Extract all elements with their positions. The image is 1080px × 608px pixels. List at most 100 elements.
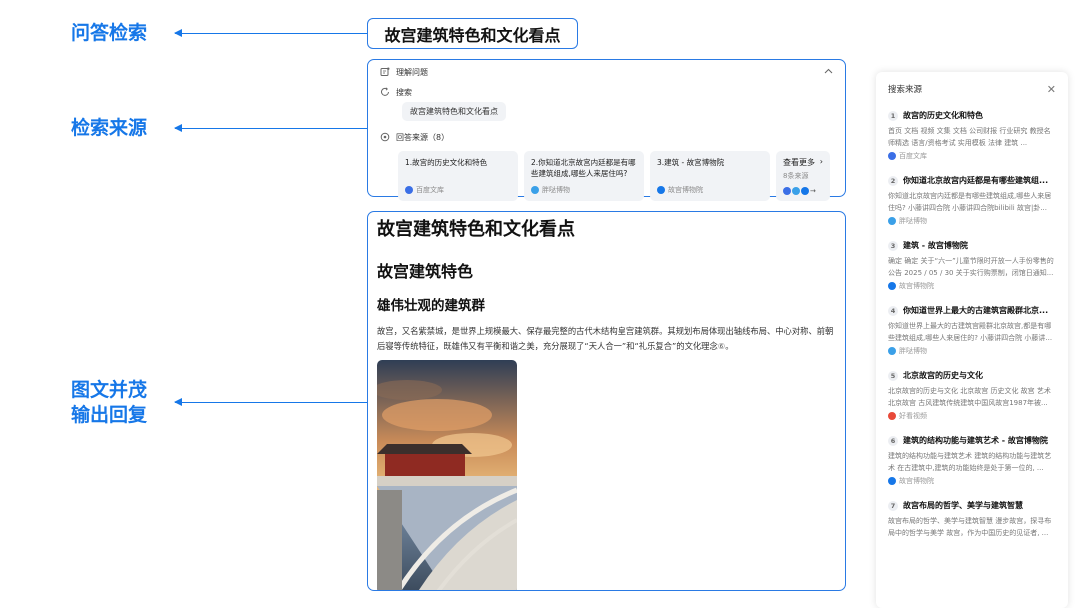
reference-card-2[interactable]: 2.你知道北京故宫内廷都是有哪些建筑组成,哪些人来居住吗? 胖哒博物 xyxy=(524,151,644,201)
chevron-right-icon: › xyxy=(819,157,823,166)
sources-panel: 搜索来源 ✕ 1 故宫的历史文化和特色 首页 文档 视频 文集 文档 公司财报 行… xyxy=(876,72,1068,608)
source-item-site: 好看视频 xyxy=(888,411,1056,421)
haokan-video-icon xyxy=(888,412,896,420)
view-more-card[interactable]: 查看更多 › 8条来源 → xyxy=(776,151,830,201)
annotation-rich-output-1: 图文并茂 xyxy=(71,379,148,401)
query-box: 故宫建筑特色和文化看点 xyxy=(367,18,578,49)
source-item-title: 2 你知道北京故宫内廷都是有哪些建筑组... xyxy=(888,175,1056,187)
arrow-right-icon: → xyxy=(810,187,816,195)
source-item-title: 1 故宫的历史文化和特色 xyxy=(888,110,1056,122)
source-item-3[interactable]: 3 建筑 - 故宫博物院 确定 确定 关于“六一”儿童节限时开放一人手份零售的公告… xyxy=(888,240,1056,291)
palace-museum-icon xyxy=(657,186,665,194)
source-item-4[interactable]: 4 你知道世界上最大的古建筑宫殿群北京... 你知道世界上最大的古建筑宫殿群北京故… xyxy=(888,305,1056,356)
answer-paragraph: 故宫，又名紫禁城，是世界上规模最大、保存最完整的古代木结构皇宫建筑群。其规划布局… xyxy=(377,324,839,354)
reference-card-source: 百度文库 xyxy=(405,185,444,195)
source-icons-stack: → xyxy=(783,187,816,195)
source-item-snippet: 确定 确定 关于“六一”儿童节限时开放一人手份零售的公告 2025 / 05 /… xyxy=(888,257,1054,277)
annotation-qa-search: 问答检索 xyxy=(71,22,148,44)
view-more-count: 8条来源 xyxy=(783,172,809,180)
search-row: 搜索 xyxy=(380,84,833,100)
source-item-number: 5 xyxy=(888,371,898,381)
annotation-arrow-output xyxy=(174,398,367,406)
source-item-site-name: 百度文库 xyxy=(899,152,927,160)
close-icon[interactable]: ✕ xyxy=(1047,83,1056,96)
annotation-arrow-sources xyxy=(174,124,367,132)
source-item-title: 6 建筑的结构功能与建筑艺术 - 故宫博物院 xyxy=(888,435,1056,447)
pangda-icon xyxy=(531,186,539,194)
source-item-number: 1 xyxy=(888,111,898,121)
source-item-1[interactable]: 1 故宫的历史文化和特色 首页 文档 视频 文集 文档 公司财报 行业研究 教授名… xyxy=(888,110,1056,161)
reference-card-title: 2.你知道北京故宫内廷都是有哪些建筑组成,哪些人来居住吗? xyxy=(531,158,636,178)
annotation-search-sources: 检索来源 xyxy=(71,117,148,139)
source-item-title-text: 建筑的结构功能与建筑艺术 - 故宫博物院 xyxy=(903,436,1048,445)
source-item-2[interactable]: 2 你知道北京故宫内廷都是有哪些建筑组... 你知道北京故宫内廷都是有哪些建筑组成… xyxy=(888,175,1056,226)
baidu-wenku-icon xyxy=(405,186,413,194)
answer-paragraph-text: 故宫，又名紫禁城，是世界上规模最大、保存最完整的古代木结构皇宫建筑群。其规划布局… xyxy=(377,326,834,351)
view-more-title: 查看更多 › xyxy=(783,157,823,168)
source-item-site: 百度文库 xyxy=(888,151,1056,161)
reference-card-source: 故宫博物院 xyxy=(657,185,703,195)
reference-card-source-name: 胖哒博物 xyxy=(542,186,570,194)
source-item-number: 4 xyxy=(888,306,898,316)
source-item-snippet: 首页 文档 视频 文集 文档 公司财报 行业研究 教授名师精选 语言/资格考试 … xyxy=(888,127,1051,147)
answer-panel: 故宫建筑特色和文化看点 故宫建筑特色 雄伟壮观的建筑群 故宫，又名紫禁城，是世界… xyxy=(367,211,846,591)
source-item-title: 5 北京故宫的历史与文化 xyxy=(888,370,1056,382)
source-item-site: 胖哒博物 xyxy=(888,346,1056,356)
source-item-7[interactable]: 7 故宫布局的哲学、美学与建筑智慧 故宫布局的哲学、美学与建筑智慧 漫步故宫，探寻… xyxy=(888,500,1056,539)
references-label: 回答来源（8） xyxy=(396,132,450,142)
source-item-title-text: 你知道世界上最大的古建筑宫殿群北京... xyxy=(903,306,1049,315)
source-item-title-text: 北京故宫的历史与文化 xyxy=(903,371,983,380)
reference-card-title: 3.建筑 - 故宫博物院 xyxy=(657,158,725,167)
source-item-snippet: 你知道北京故宫内廷都是有哪些建筑组成,哪些人来居住吗? 小藤讲四合院 小藤讲四合… xyxy=(888,192,1052,212)
understand-label: 理解问题 xyxy=(396,67,428,77)
search-label: 搜索 xyxy=(396,87,412,97)
source-item-6[interactable]: 6 建筑的结构功能与建筑艺术 - 故宫博物院 建筑的结构功能与建筑艺术 建筑的结构… xyxy=(888,435,1056,486)
reference-card-source: 胖哒博物 xyxy=(531,185,570,195)
answer-subsection-title: 雄伟壮观的建筑群 xyxy=(377,298,485,314)
reference-card-title: 1.故宫的历史文化和特色 xyxy=(405,158,488,167)
source-item-title: 7 故宫布局的哲学、美学与建筑智慧 xyxy=(888,500,1056,512)
understand-row[interactable]: 理解问题 xyxy=(380,64,833,80)
source-item-site-name: 胖哒博物 xyxy=(899,217,927,225)
pangda-icon xyxy=(792,187,800,195)
search-process-panel: 理解问题 搜索 故宫建筑特色和文化看点 回答来源（8） 1.故宫的历史文化和特色… xyxy=(367,59,846,201)
palace-museum-icon xyxy=(801,187,809,195)
understand-icon xyxy=(380,67,390,77)
source-item-snippet: 北京故宫的历史与文化 北京故宫 历史文化 故宫 艺术 北京故宫 古风建筑传统建筑… xyxy=(888,387,1051,407)
source-item-title-text: 故宫的历史文化和特色 xyxy=(903,111,983,120)
baidu-wenku-icon xyxy=(888,152,896,160)
source-item-site: 故宫博物院 xyxy=(888,476,1056,486)
search-query-chip: 故宫建筑特色和文化看点 xyxy=(402,102,506,121)
source-item-title-text: 故宫布局的哲学、美学与建筑智慧 xyxy=(903,501,1023,510)
references-icon xyxy=(380,132,390,142)
view-more-label: 查看更多 xyxy=(783,158,815,167)
reference-card-source-name: 故宫博物院 xyxy=(668,186,703,194)
palace-museum-icon xyxy=(888,282,896,290)
chevron-up-icon[interactable] xyxy=(824,67,833,77)
source-item-site-name: 好看视频 xyxy=(899,412,927,420)
reference-card-3[interactable]: 3.建筑 - 故宫博物院 故宫博物院 xyxy=(650,151,770,201)
source-item-5[interactable]: 5 北京故宫的历史与文化 北京故宫的历史与文化 北京故宫 历史文化 故宫 艺术 北… xyxy=(888,370,1056,421)
refs-row: 回答来源（8） xyxy=(380,129,833,145)
reference-card-1[interactable]: 1.故宫的历史文化和特色 百度文库 xyxy=(398,151,518,201)
answer-title: 故宫建筑特色和文化看点 xyxy=(377,219,575,240)
source-item-snippet: 故宫布局的哲学、美学与建筑智慧 漫步故宫，探寻布局中的哲学与美学 故宫，作为中国… xyxy=(888,517,1052,537)
source-item-site: 故宫博物院 xyxy=(888,281,1056,291)
source-item-snippet: 你知道世界上最大的古建筑宫殿群北京故宫,都是有哪些建筑组成,哪些人来居住的? 小… xyxy=(888,322,1053,342)
source-item-site-name: 故宫博物院 xyxy=(899,282,934,290)
source-item-title-text: 你知道北京故宫内廷都是有哪些建筑组... xyxy=(903,176,1049,185)
source-item-number: 7 xyxy=(888,501,898,511)
sources-header: 搜索来源 ✕ xyxy=(888,82,1056,96)
source-item-site: 胖哒博物 xyxy=(888,216,1056,226)
annotation-rich-output-2: 输出回复 xyxy=(71,404,148,426)
annotation-arrow-qa xyxy=(174,29,367,37)
source-item-site-name: 胖哒博物 xyxy=(899,347,927,355)
pangda-icon xyxy=(888,217,896,225)
baidu-wenku-icon xyxy=(783,187,791,195)
source-item-site-name: 故宫博物院 xyxy=(899,477,934,485)
source-item-snippet: 建筑的结构功能与建筑艺术 建筑的结构功能与建筑艺术 在古建筑中,建筑的功能始终是… xyxy=(888,452,1052,472)
answer-section-title: 故宫建筑特色 xyxy=(377,262,474,281)
source-item-number: 6 xyxy=(888,436,898,446)
forbidden-city-photo[interactable] xyxy=(377,360,517,590)
pangda-icon xyxy=(888,347,896,355)
